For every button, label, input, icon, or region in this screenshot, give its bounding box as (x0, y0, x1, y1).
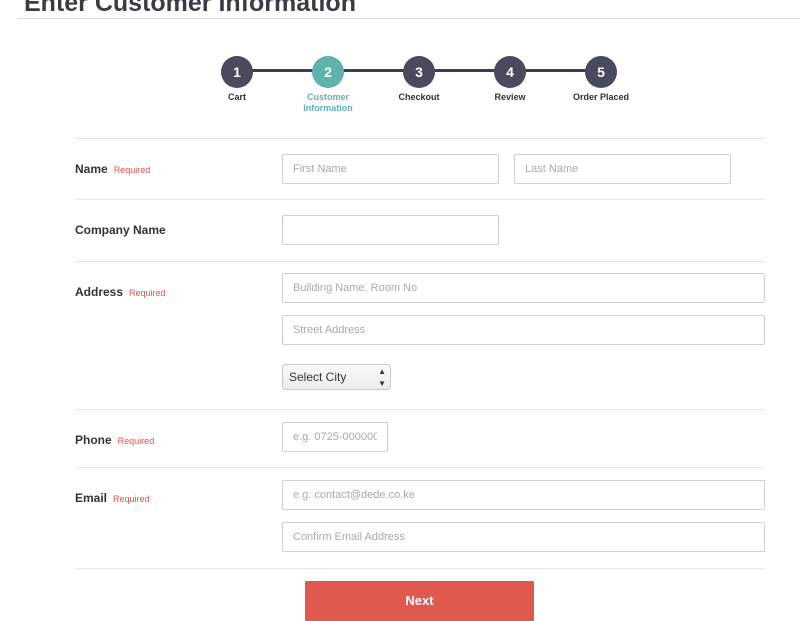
phone-field-label: Phone Required (75, 433, 154, 447)
first-name-input[interactable] (282, 154, 499, 184)
required-indicator: Required (129, 288, 166, 298)
row-divider (75, 467, 765, 468)
name-field-label: Name Required (75, 162, 150, 176)
email-field-label: Email Required (75, 491, 150, 505)
step-number: 1 (221, 56, 253, 88)
company-field-label: Company Name (75, 223, 166, 237)
last-name-input[interactable] (514, 154, 731, 184)
step-label: Review (494, 92, 526, 102)
city-select-value: Select City (289, 370, 347, 384)
step-checkout[interactable]: 3 Checkout (369, 56, 469, 103)
step-cart[interactable]: 1 Cart (187, 56, 287, 103)
step-customer-information[interactable]: 2 Customer Information (278, 56, 378, 114)
phone-input[interactable] (282, 422, 388, 452)
step-number: 2 (312, 56, 344, 88)
step-label: Cart (227, 92, 246, 102)
company-label: Company Name (75, 223, 166, 237)
step-order-placed[interactable]: 5 Order Placed (551, 56, 651, 103)
select-arrows-icon: ▲ ▼ (378, 367, 386, 388)
step-label: Customer Information (303, 92, 353, 113)
row-divider (75, 261, 765, 262)
required-indicator: Required (113, 494, 150, 504)
row-divider (75, 138, 765, 139)
step-number: 5 (585, 56, 617, 88)
street-address-input[interactable] (282, 315, 765, 345)
name-label: Name (75, 162, 108, 176)
required-indicator: Required (113, 165, 151, 175)
row-divider (75, 568, 765, 569)
step-number: 3 (403, 56, 435, 88)
company-name-input[interactable] (282, 215, 499, 245)
next-button[interactable]: Next (305, 581, 534, 621)
address-label: Address (75, 285, 124, 299)
row-divider (75, 409, 765, 410)
city-select[interactable]: Select City ▲ ▼ (282, 364, 391, 390)
step-label: Order Placed (572, 92, 630, 102)
confirm-email-input[interactable] (282, 522, 765, 552)
row-divider (75, 199, 765, 200)
address-field-label: Address Required (75, 285, 166, 299)
phone-label: Phone (75, 433, 112, 447)
required-indicator: Required (117, 436, 155, 446)
email-label: Email (75, 491, 108, 505)
step-review[interactable]: 4 Review (460, 56, 560, 103)
email-input[interactable] (282, 480, 765, 510)
step-label: Checkout (398, 92, 440, 102)
address-line1-input[interactable] (282, 273, 765, 303)
step-number: 4 (494, 56, 526, 88)
checkout-stepper: 1 Cart 2 Customer Information 3 Checkout… (0, 0, 800, 130)
